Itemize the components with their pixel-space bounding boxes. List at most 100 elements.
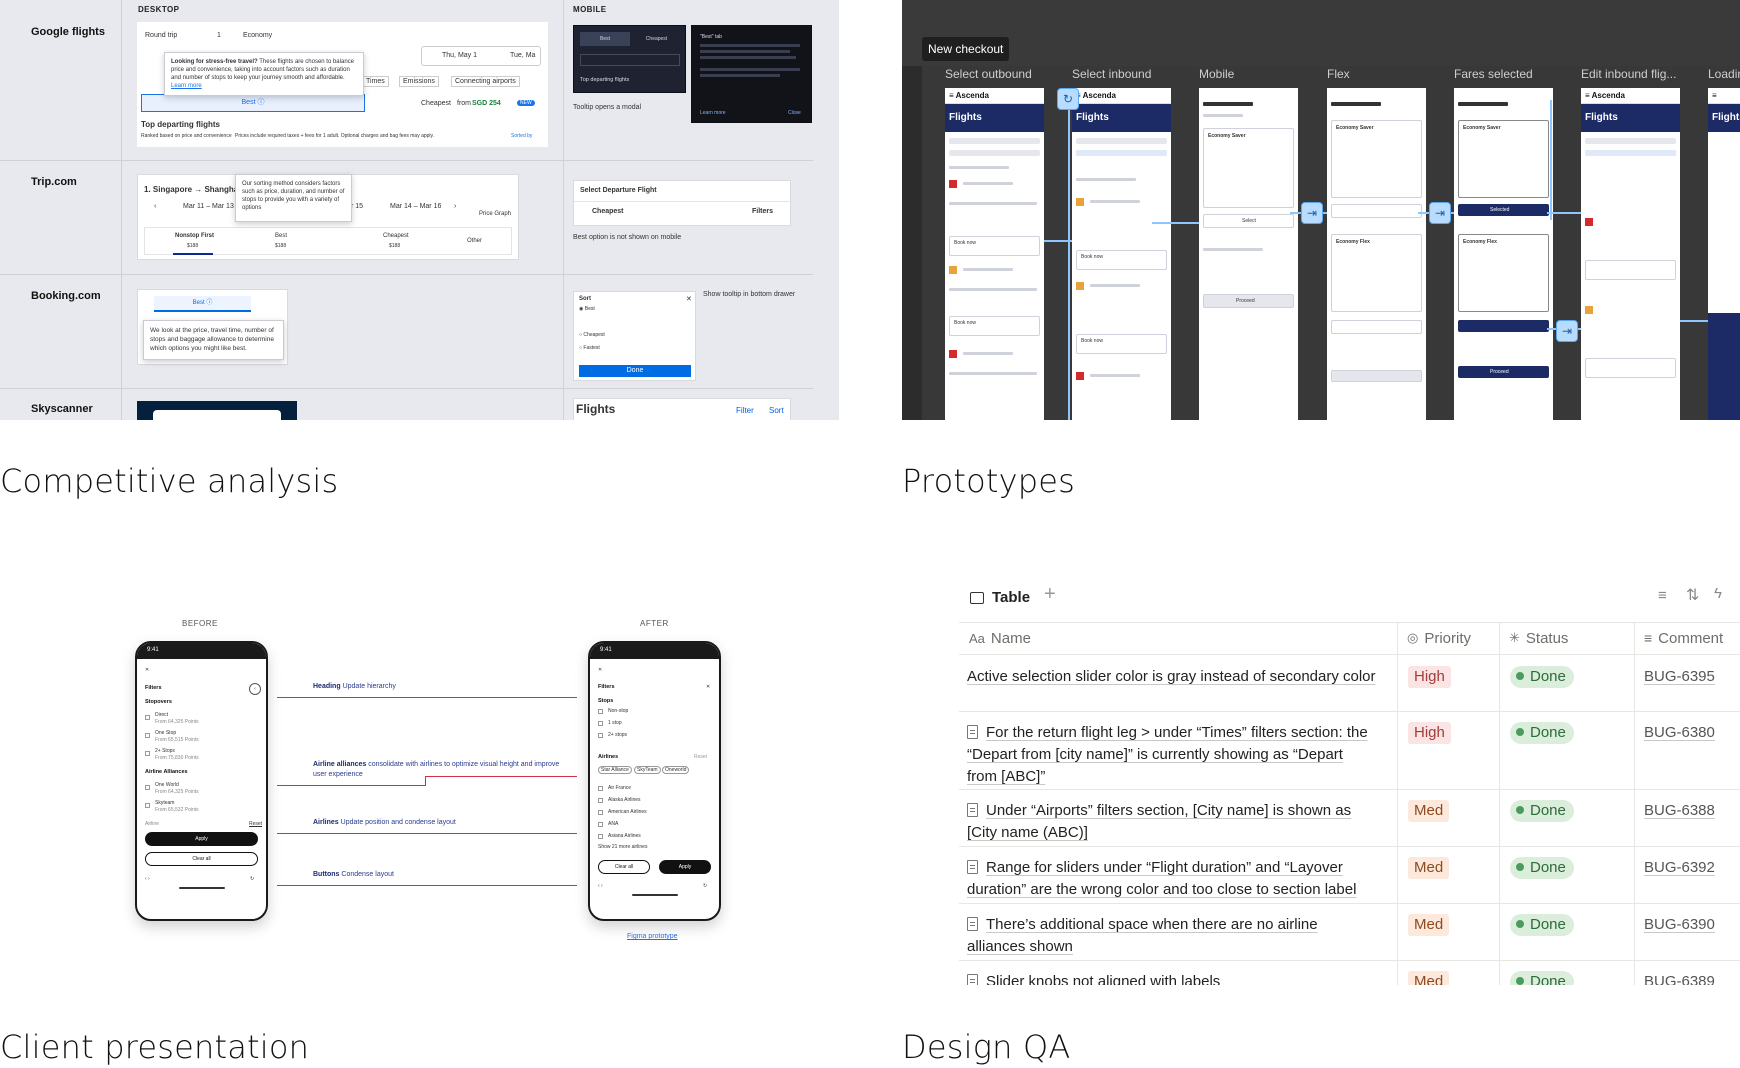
column-header-priority[interactable]: ◎ Priority [1399, 622, 1471, 654]
mobile-cheapest-tab[interactable]: Cheapest [634, 32, 679, 46]
prev-dates-arrow[interactable]: ‹ [154, 203, 156, 210]
clear-all-button[interactable]: Clear all [145, 852, 258, 866]
trip-date-15[interactable]: r 15 [351, 203, 363, 210]
sort-option-fastest[interactable]: ○ Fastest [579, 345, 600, 351]
comment-link[interactable]: BUG-6392 [1644, 857, 1715, 879]
column-header-comment[interactable]: ≡ Comment [1636, 622, 1723, 654]
reset-link[interactable]: Reset [249, 821, 262, 827]
prototype-frame-mobile[interactable]: Economy Saver Select Proceed [1199, 88, 1298, 420]
comment-link[interactable]: BUG-6389 [1644, 971, 1715, 985]
table-row-name[interactable]: For the return flight leg > under “Times… [967, 722, 1377, 788]
status-badge[interactable]: Done [1510, 800, 1574, 822]
checkbox[interactable] [145, 803, 150, 808]
cheapest-tab[interactable]: Cheapest [421, 100, 451, 107]
checkbox[interactable] [598, 709, 603, 714]
cabin-select[interactable]: Economy [243, 32, 272, 39]
browser-nav[interactable]: ‹ › [145, 876, 150, 882]
selected-button[interactable] [1458, 320, 1549, 332]
table-row-name[interactable]: Slider knobs not aligned with labels [967, 971, 1377, 985]
checkbox[interactable] [145, 715, 150, 720]
prototype-link-icon[interactable]: ⇥ [1556, 320, 1578, 342]
status-badge[interactable]: Done [1510, 857, 1574, 879]
proceed-button[interactable]: Proceed [1203, 294, 1294, 308]
alliance-chip[interactable]: Oneworld [662, 766, 690, 774]
proceed-button[interactable] [1331, 370, 1422, 382]
fare-card[interactable]: Economy Saver [1203, 128, 1294, 208]
table-row-name[interactable]: Range for sliders under “Flight duration… [967, 857, 1377, 901]
trip-date-2[interactable]: Mar 14 – Mar 16 [390, 203, 441, 210]
fare-card[interactable]: Economy Saver [1458, 120, 1549, 198]
alliance-chip[interactable]: Star Alliance [598, 766, 632, 774]
emissions-chip[interactable]: Emissions [399, 76, 439, 87]
status-badge[interactable]: Done [1510, 666, 1574, 688]
select-button[interactable] [1331, 320, 1422, 334]
column-header-status[interactable]: ✳ Status [1501, 622, 1568, 654]
sorted-by[interactable]: Sorted by [511, 133, 532, 139]
sort-option-best[interactable]: ◉ Best [579, 306, 595, 312]
table-view-tab[interactable]: Table [970, 589, 1030, 606]
figma-prototype-link[interactable]: Figma prototype [627, 933, 678, 940]
column-header-name[interactable]: Aa Name [961, 622, 1031, 654]
reload-icon[interactable]: ↻ [703, 883, 707, 889]
priority-tag[interactable]: High [1408, 666, 1451, 688]
close-icon[interactable]: ✕ [686, 295, 692, 303]
modal-learn-more[interactable]: Learn more [700, 110, 726, 116]
prototype-link-icon[interactable]: ⇥ [1429, 202, 1451, 224]
automation-icon[interactable]: ϟ [1714, 585, 1722, 602]
status-badge[interactable]: Done [1510, 971, 1574, 985]
checkbox[interactable] [598, 733, 603, 738]
status-badge[interactable]: Done [1510, 914, 1574, 936]
comment-link[interactable]: BUG-6388 [1644, 800, 1715, 822]
prototype-frame-fares-selected[interactable]: Economy Saver Selected Economy Flex Proc… [1454, 88, 1553, 420]
modal-close[interactable]: Close [788, 110, 801, 116]
price-graph-button[interactable]: Price Graph [479, 211, 511, 217]
table-row-name[interactable]: Active selection slider color is gray in… [967, 666, 1377, 688]
prototype-frame-select-inbound[interactable]: ≡ Ascenda Flights Book now Book now [1072, 88, 1171, 420]
select-button[interactable]: Select [1203, 214, 1294, 228]
table-row-name[interactable]: Under “Airports” filters section, [City … [967, 800, 1377, 844]
best-tab[interactable]: Best ⓘ [141, 94, 365, 112]
browser-nav[interactable]: ‹ › [598, 883, 603, 889]
prototype-link-icon[interactable]: ⇥ [1301, 202, 1323, 224]
priority-tag[interactable]: Med [1408, 857, 1450, 879]
trip-mobile-cheapest[interactable]: Cheapest [592, 208, 624, 215]
tooltip-learn-more[interactable]: Learn more [171, 83, 202, 89]
comment-link[interactable]: BUG-6380 [1644, 722, 1715, 744]
priority-tag[interactable]: Med [1408, 971, 1450, 985]
trip-mobile-filters[interactable]: Filters [752, 208, 773, 215]
tab-nonstop-first[interactable]: Nonstop First [175, 233, 214, 239]
prototype-frame-flex[interactable]: Economy Saver Economy Flex [1327, 88, 1426, 420]
times-chip[interactable]: Times [362, 76, 389, 87]
reload-icon[interactable]: ↻ [250, 876, 254, 882]
close-icon[interactable]: ✕ [598, 667, 602, 673]
mobile-best-tab[interactable]: Best [580, 32, 630, 46]
fare-card[interactable]: Economy Saver [1331, 120, 1422, 198]
book-now-box[interactable]: Book now [1076, 334, 1167, 354]
connecting-airports-chip[interactable]: Connecting airports [451, 76, 520, 87]
close-icon[interactable]: ✕ [706, 684, 710, 690]
reset-link[interactable]: Reset [694, 754, 707, 760]
passenger-select[interactable]: 1 [217, 32, 221, 39]
back-icon[interactable]: ‹ [249, 683, 261, 695]
proceed-button[interactable]: Proceed [1458, 366, 1549, 378]
fare-card[interactable]: Economy Flex [1458, 234, 1549, 312]
prototype-frame-select-outbound[interactable]: ≡ Ascenda Flights Book now Book now [945, 88, 1044, 420]
prototype-frame-loading[interactable]: ≡ Flights [1708, 88, 1740, 420]
selected-button[interactable]: Selected [1458, 204, 1549, 216]
checkbox[interactable] [598, 834, 603, 839]
checkbox[interactable] [598, 810, 603, 815]
book-now-box[interactable]: Book now [949, 236, 1040, 256]
filter-icon[interactable]: ≡ [1658, 587, 1667, 604]
trip-type-select[interactable]: Round trip [145, 32, 177, 39]
booking-best-tab[interactable]: Best ⓘ [154, 296, 251, 312]
next-dates-arrow[interactable]: › [454, 203, 456, 210]
show-more-airlines[interactable]: Show 21 more airlines [598, 844, 647, 850]
book-now-box[interactable]: Book now [1076, 250, 1167, 270]
checkbox[interactable] [598, 786, 603, 791]
checkbox[interactable] [145, 733, 150, 738]
priority-tag[interactable]: High [1408, 722, 1451, 744]
checkbox[interactable] [598, 798, 603, 803]
checkbox[interactable] [145, 751, 150, 756]
section-badge[interactable]: New checkout [922, 37, 1010, 61]
checkbox[interactable] [145, 785, 150, 790]
